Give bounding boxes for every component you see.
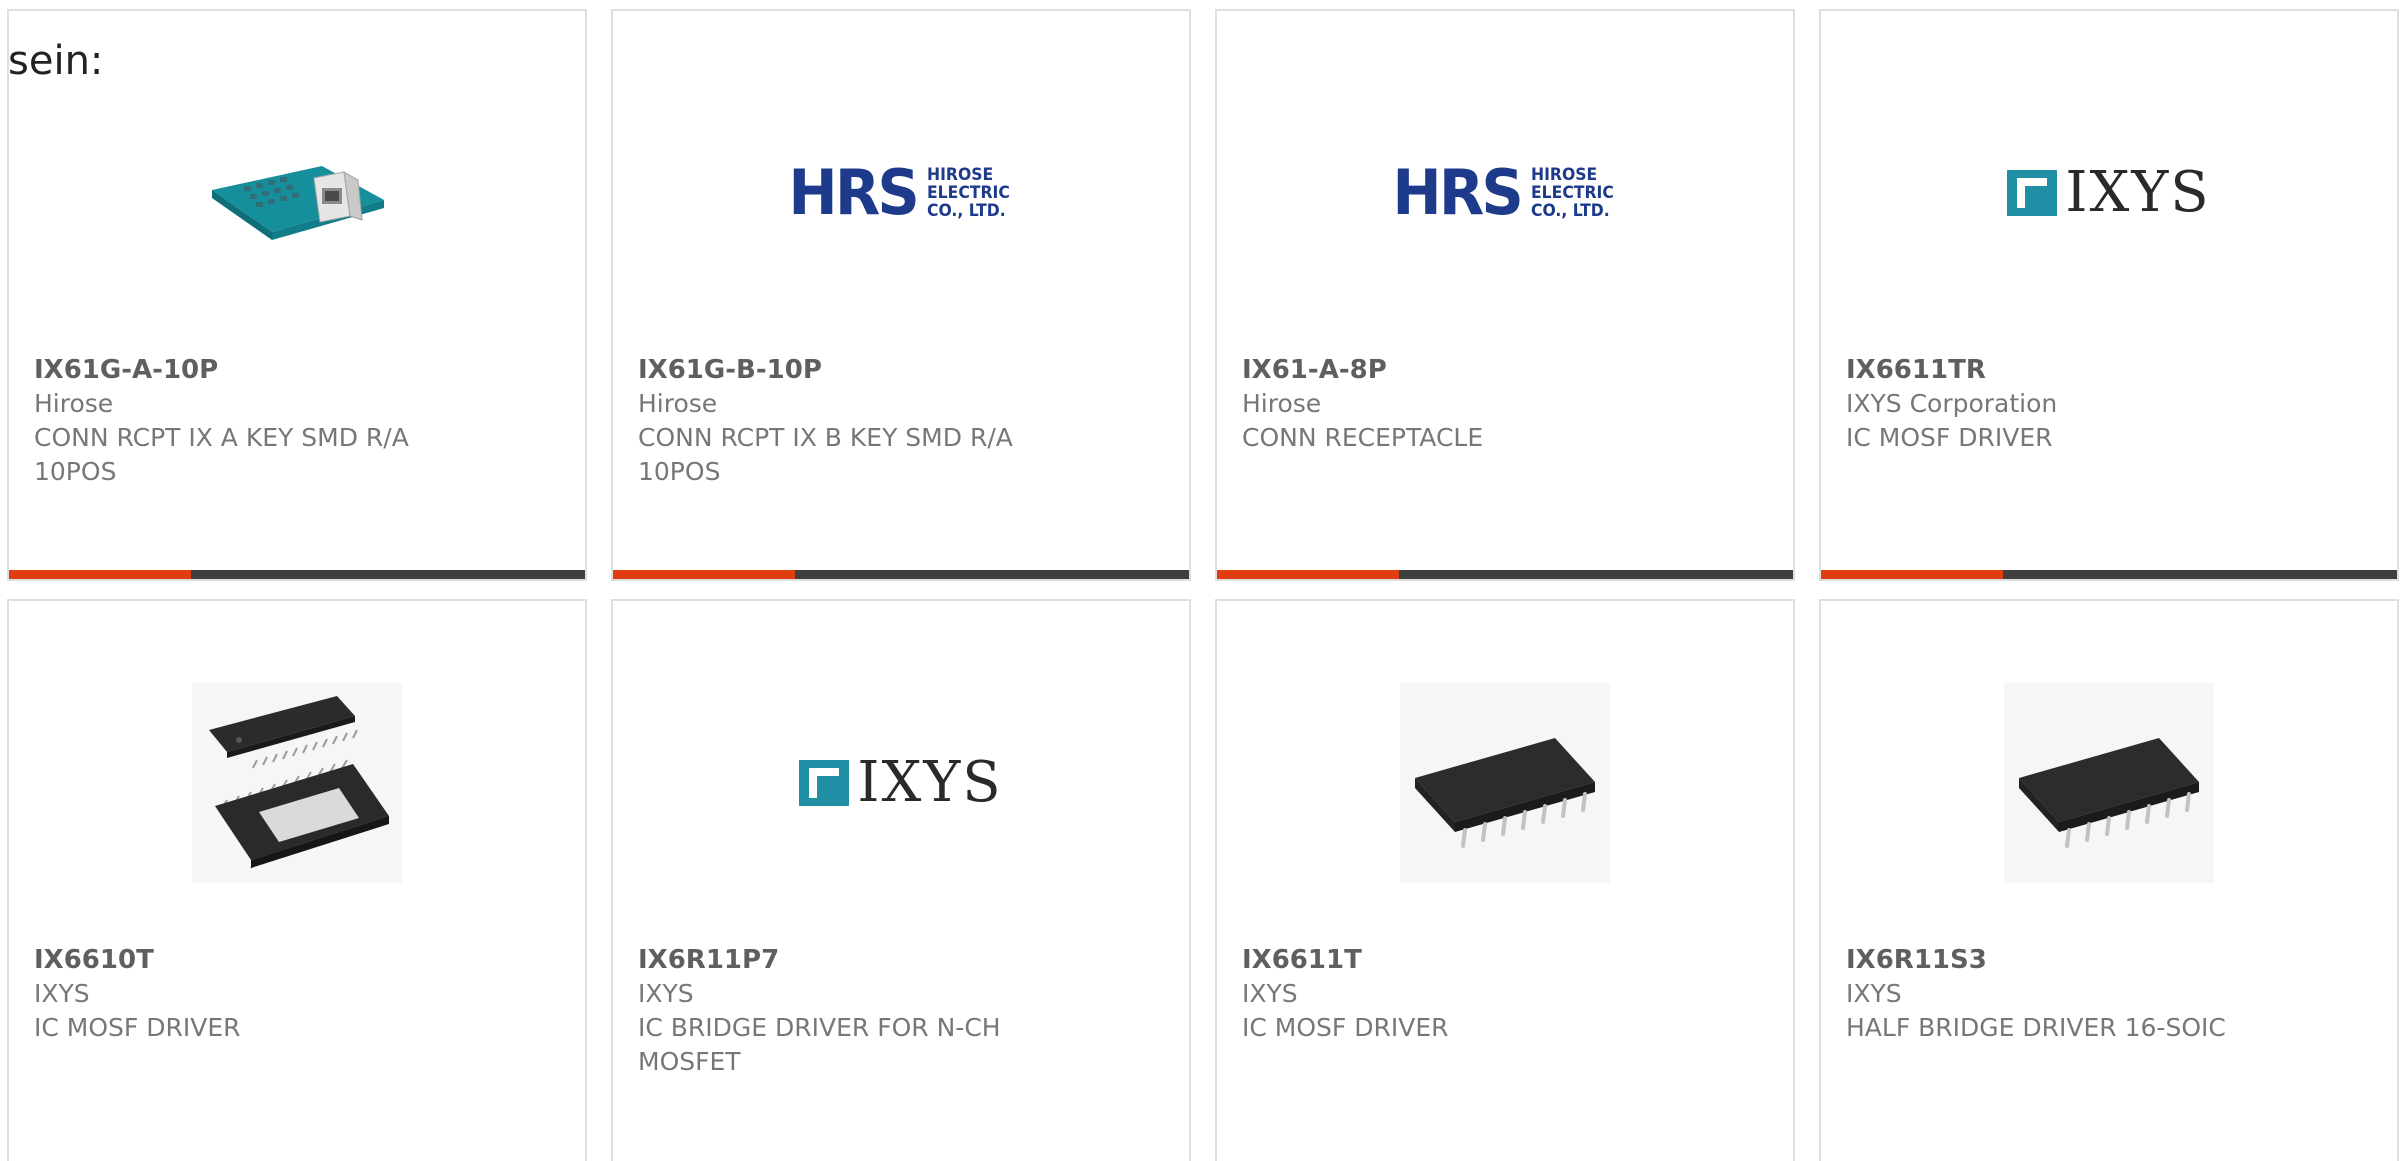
product-info: IX61G-A-10P Hirose CONN RCPT IX A KEY SM… (34, 353, 560, 489)
card-footer-bar (613, 570, 1189, 579)
product-info: IX6610T IXYS IC MOSF DRIVER (34, 943, 560, 1045)
card-footer-bar (9, 570, 585, 579)
description: IC MOSF DRIVER (1242, 1013, 1449, 1042)
part-number[interactable]: IX61G-B-10P (638, 353, 1164, 387)
manufacturer: IXYS (1846, 979, 1902, 1008)
product-grid-page: sein: IX61G-A-10P Hirose CONN RCPT IX A … (0, 0, 2400, 1161)
manufacturer: IXYS Corporation (1846, 389, 2058, 418)
intro-text: sein: (8, 38, 104, 84)
part-number[interactable]: IX6610T (34, 943, 560, 977)
product-card[interactable]: IX61G-A-10P Hirose CONN RCPT IX A KEY SM… (7, 9, 587, 581)
manufacturer: IXYS (638, 979, 694, 1008)
product-card[interactable]: HRS HIROSE ELECTRIC CO., LTD. IX61G-B-10… (611, 9, 1191, 581)
description: CONN RECEPTACLE (1242, 423, 1484, 452)
product-info: IX6611T IXYS IC MOSF DRIVER (1242, 943, 1768, 1045)
product-card[interactable]: IX6610T IXYS IC MOSF DRIVER (7, 599, 587, 1161)
description: IC MOSF DRIVER (1846, 423, 2053, 452)
part-number[interactable]: IX61-A-8P (1242, 353, 1768, 387)
tssop-chip-photo-icon (192, 683, 402, 883)
card-footer-bar (1217, 570, 1793, 579)
hrs-logo-icon: HRS HIROSE ELECTRIC CO., LTD. (1392, 156, 1614, 229)
part-number[interactable]: IX6R11P7 (638, 943, 1164, 977)
manufacturer: Hirose (1242, 389, 1322, 418)
product-card[interactable]: IXYS IX6R11P7 IXYS IC BRIDGE DRIVER FOR … (611, 599, 1191, 1161)
product-card[interactable]: IX6611T IXYS IC MOSF DRIVER (1215, 599, 1795, 1161)
connector-photo-icon (192, 93, 402, 293)
description: CONN RCPT IX B KEY SMD R/A 10POS (638, 423, 1013, 486)
manufacturer: Hirose (638, 389, 718, 418)
part-number[interactable]: IX6611T (1242, 943, 1768, 977)
description: CONN RCPT IX A KEY SMD R/A 10POS (34, 423, 409, 486)
hrs-logo-icon: HRS HIROSE ELECTRIC CO., LTD. (788, 156, 1010, 229)
part-number[interactable]: IX61G-A-10P (34, 353, 560, 387)
ixys-logo-icon: IXYS (2004, 93, 2214, 293)
part-number[interactable]: IX6R11S3 (1846, 943, 2372, 977)
soic-chip-photo-icon (2004, 683, 2214, 883)
card-footer-bar (1821, 570, 2397, 579)
product-card[interactable]: IXYS IX6611TR IXYS Corporation IC MOSF D… (1819, 9, 2399, 581)
soic-chip-photo-icon (1400, 683, 1610, 883)
product-info: IX61G-B-10P Hirose CONN RCPT IX B KEY SM… (638, 353, 1164, 489)
manufacturer: IXYS (34, 979, 90, 1008)
manufacturer: Hirose (34, 389, 114, 418)
product-info: IX6R11S3 IXYS HALF BRIDGE DRIVER 16-SOIC (1846, 943, 2372, 1045)
description: IC MOSF DRIVER (34, 1013, 241, 1042)
product-info: IX6611TR IXYS Corporation IC MOSF DRIVER (1846, 353, 2372, 455)
description: IC BRIDGE DRIVER FOR N-CH MOSFET (638, 1013, 1001, 1076)
description: HALF BRIDGE DRIVER 16-SOIC (1846, 1013, 2226, 1042)
part-number[interactable]: IX6611TR (1846, 353, 2372, 387)
product-card[interactable]: IX6R11S3 IXYS HALF BRIDGE DRIVER 16-SOIC (1819, 599, 2399, 1161)
manufacturer: IXYS (1242, 979, 1298, 1008)
product-info: IX6R11P7 IXYS IC BRIDGE DRIVER FOR N-CH … (638, 943, 1164, 1079)
ixys-logo-icon: IXYS (796, 683, 1006, 883)
product-card[interactable]: HRS HIROSE ELECTRIC CO., LTD. IX61-A-8P … (1215, 9, 1795, 581)
product-info: IX61-A-8P Hirose CONN RECEPTACLE (1242, 353, 1768, 455)
